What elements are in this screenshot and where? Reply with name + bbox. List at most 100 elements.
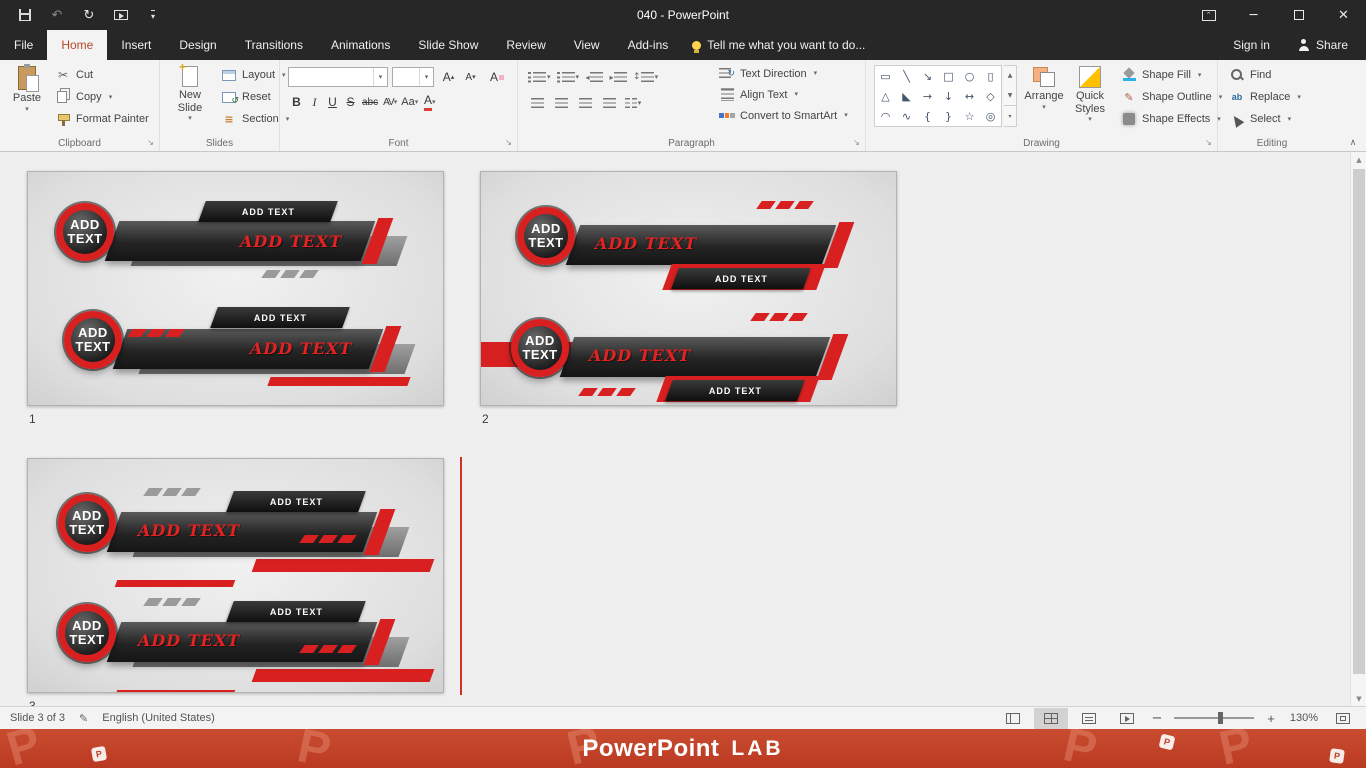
character-spacing-button[interactable]: AV ▾ — [381, 92, 398, 112]
tell-me-box[interactable]: Tell me what you want to do... — [682, 30, 875, 60]
reading-view-button[interactable] — [1072, 708, 1106, 729]
paragraph-dialog-launcher[interactable]: ↘ — [851, 137, 862, 148]
paste-button[interactable]: Paste ▾ — [5, 63, 49, 129]
tab-review[interactable]: Review — [492, 30, 559, 60]
strikethrough-button[interactable]: S — [342, 92, 359, 112]
align-text-button[interactable]: Align Text ▾ — [716, 84, 851, 105]
sign-in-button[interactable]: Sign in — [1215, 30, 1288, 60]
justify-button[interactable] — [598, 93, 620, 113]
find-button[interactable]: Find — [1226, 64, 1304, 86]
shape-rounded-rectangle-icon[interactable]: ▯ — [980, 66, 1001, 86]
tab-animations[interactable]: Animations — [317, 30, 404, 60]
align-right-button[interactable] — [574, 93, 596, 113]
share-button[interactable]: Share — [1288, 30, 1366, 60]
slide-sorter-canvas[interactable]: ADD TEXT ADD TEXT ADD TEXT ADD TEXT ADD … — [0, 152, 1366, 706]
vertical-scrollbar[interactable]: ▲ ▼ — [1350, 152, 1366, 706]
tab-transitions[interactable]: Transitions — [231, 30, 317, 60]
change-case-button[interactable]: Aa ▾ — [399, 92, 420, 112]
font-color-button[interactable]: A ▾ — [421, 92, 438, 112]
font-size-select[interactable]: ▾ — [392, 67, 434, 87]
line-spacing-button[interactable]: ↕ ▾ — [631, 67, 660, 87]
slide-thumbnail-2[interactable]: ADD TEXT ADD TEXT ADD TEXT ADD TEXT ADD … — [480, 171, 897, 406]
gallery-more-button[interactable]: ▾ — [1004, 105, 1016, 126]
quick-styles-button[interactable]: Quick Styles ▾ — [1068, 63, 1112, 129]
customize-quick-access-button[interactable]: ▾ — [144, 6, 162, 24]
tab-view[interactable]: View — [560, 30, 614, 60]
font-name-select[interactable]: ▾ — [288, 67, 388, 87]
text-direction-button[interactable]: ↻ Text Direction ▾ — [716, 63, 851, 84]
increase-indent-button[interactable]: ▸ — [607, 67, 629, 87]
shape-arrow-line-icon[interactable]: ↘ — [917, 66, 938, 86]
shape-textbox-icon[interactable]: ▭ — [875, 66, 896, 86]
numbering-button[interactable]: ▾ — [555, 67, 582, 87]
normal-view-button[interactable] — [996, 708, 1030, 729]
clear-formatting-button[interactable]: A⁣ — [488, 67, 506, 87]
copy-button[interactable]: Copy ▾ — [52, 86, 152, 108]
tab-file[interactable]: File — [0, 30, 47, 60]
minimize-button[interactable]: ─ — [1231, 0, 1276, 30]
shape-effects-button[interactable]: Shape Effects ▾ — [1118, 108, 1225, 130]
tab-slideshow[interactable]: Slide Show — [404, 30, 492, 60]
shape-fill-button[interactable]: Shape Fill ▾ — [1118, 64, 1225, 86]
zoom-slider[interactable] — [1174, 712, 1254, 724]
bold-button[interactable]: B — [288, 92, 305, 112]
font-dialog-launcher[interactable]: ↘ — [503, 137, 514, 148]
proofing-icon[interactable]: ✎ — [79, 712, 88, 725]
select-button[interactable]: Select ▾ — [1226, 108, 1304, 130]
zoom-out-button[interactable]: − — [1148, 708, 1166, 729]
align-left-button[interactable] — [526, 93, 548, 113]
shape-left-brace-icon[interactable]: { — [917, 106, 938, 126]
shape-right-brace-icon[interactable]: } — [938, 106, 959, 126]
redo-button[interactable]: ↻ — [80, 6, 98, 24]
underline-button[interactable]: U — [324, 92, 341, 112]
shapes-gallery[interactable]: ▭ ╲ ↘ □ ○ ▯ △ ◣ → ↓ ↔ ◇ ◠ ∿ { } ☆ ◎ — [874, 65, 1002, 127]
collapse-ribbon-button[interactable]: ∧ — [1346, 138, 1360, 148]
scroll-down-button[interactable]: ▼ — [1351, 691, 1366, 706]
zoom-level[interactable]: 130% — [1284, 712, 1322, 724]
slide-show-button[interactable] — [1110, 708, 1144, 729]
shape-donut-icon[interactable]: ◎ — [980, 106, 1001, 126]
close-button[interactable]: ✕ — [1321, 0, 1366, 30]
shape-down-arrow-icon[interactable]: ↓ — [938, 86, 959, 106]
italic-button[interactable]: I — [306, 92, 323, 112]
cut-button[interactable]: ✂ Cut — [52, 64, 152, 86]
tab-insert[interactable]: Insert — [107, 30, 165, 60]
shape-rectangle-icon[interactable]: □ — [938, 66, 959, 86]
bullets-button[interactable]: ▾ — [526, 67, 553, 87]
shape-right-arrow-icon[interactable]: → — [917, 86, 938, 106]
columns-button[interactable]: ▾ — [622, 93, 644, 113]
decrease-indent-button[interactable]: ◂ — [583, 67, 605, 87]
tab-home[interactable]: Home — [47, 30, 108, 60]
align-center-button[interactable] — [550, 93, 572, 113]
shape-arc-icon[interactable]: ◠ — [875, 106, 896, 126]
gallery-down-button[interactable]: ▼ — [1004, 86, 1016, 106]
text-shadow-button[interactable]: abc — [360, 92, 380, 112]
shape-double-arrow-icon[interactable]: ↔ — [959, 86, 980, 106]
scroll-up-button[interactable]: ▲ — [1351, 152, 1366, 167]
shape-star-icon[interactable]: ☆ — [959, 106, 980, 126]
shape-diamond-icon[interactable]: ◇ — [980, 86, 1001, 106]
convert-to-smartart-button[interactable]: Convert to SmartArt ▾ — [716, 105, 851, 126]
clipboard-dialog-launcher[interactable]: ↘ — [145, 137, 156, 148]
format-painter-button[interactable]: Format Painter — [52, 108, 152, 130]
shape-outline-button[interactable]: ✎ Shape Outline ▾ — [1118, 86, 1225, 108]
shape-oval-icon[interactable]: ○ — [959, 66, 980, 86]
new-slide-button[interactable]: New Slide ▾ — [166, 60, 214, 129]
replace-button[interactable]: ab Replace ▾ — [1226, 86, 1304, 108]
maximize-button[interactable] — [1276, 0, 1321, 30]
slide-sorter-view-button[interactable] — [1034, 707, 1068, 729]
gallery-up-button[interactable]: ▲ — [1004, 66, 1016, 86]
undo-button[interactable]: ↶ — [48, 6, 66, 24]
shape-triangle-icon[interactable]: △ — [875, 86, 896, 106]
increase-font-size-button[interactable]: A ▴ — [440, 67, 457, 87]
save-button[interactable] — [16, 6, 34, 24]
language-status[interactable]: English (United States) — [102, 712, 215, 724]
slide-thumbnail-1[interactable]: ADD TEXT ADD TEXT ADD TEXT ADD TEXT ADD … — [27, 171, 444, 406]
scrollbar-thumb[interactable] — [1353, 169, 1365, 674]
shape-line-icon[interactable]: ╲ — [896, 66, 917, 86]
arrange-button[interactable]: Arrange ▾ — [1022, 63, 1066, 129]
tab-addins[interactable]: Add-ins — [614, 30, 683, 60]
start-from-beginning-button[interactable] — [112, 6, 130, 24]
zoom-in-button[interactable]: + — [1262, 708, 1280, 729]
slide-thumbnail-3[interactable]: ADD TEXT ADD TEXT ADD TEXT ADD TEXT ADD … — [27, 458, 444, 693]
